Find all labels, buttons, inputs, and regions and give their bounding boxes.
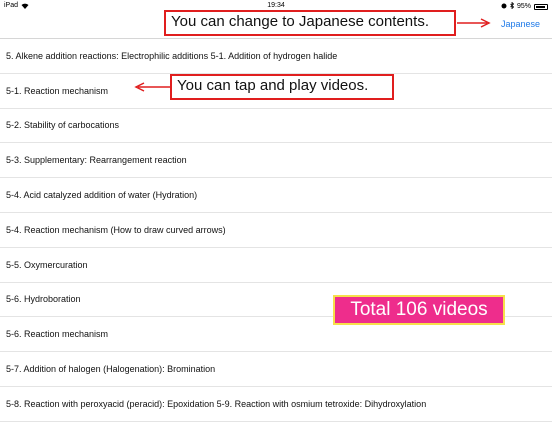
status-time: 19:34 [267, 2, 285, 9]
list-item[interactable]: 5-5. Oxymercuration [0, 248, 552, 283]
arrow-right-icon [457, 18, 491, 28]
list-item-label: 5-4. Acid catalyzed addition of water (H… [6, 190, 198, 201]
language-callout: You can change to Japanese contents. [164, 10, 456, 36]
list-item-label: 5-6. Reaction mechanism [6, 329, 109, 340]
list-item-label: 5-6. Hydroboration [6, 294, 81, 305]
battery-percent: 95% [516, 3, 531, 10]
arrow-left-icon [134, 82, 170, 92]
list-item[interactable]: 5-4. Acid catalyzed addition of water (H… [0, 178, 552, 213]
list-item-label: 5-3. Supplementary: Rearrangement reacti… [6, 155, 187, 166]
list-item[interactable]: 5-4. Reaction mechanism (How to draw cur… [0, 213, 552, 248]
list-item-label: 5-4. Reaction mechanism (How to draw cur… [6, 224, 226, 235]
total-videos-badge: Total 106 videos [333, 295, 505, 325]
alarm-icon [501, 3, 507, 11]
list-item-label: 5-1. Reaction mechanism [6, 85, 109, 96]
japanese-link[interactable]: Japanese [501, 19, 540, 29]
bluetooth-icon [510, 1, 515, 11]
list-item-label: 5-5. Oxymercuration [6, 259, 88, 270]
list-item-label: 5-7. Addition of halogen (Halogenation):… [6, 364, 216, 375]
list-item[interactable]: 5-2. Stability of carbocations [0, 109, 552, 144]
list-item[interactable]: 5-3. Supplementary: Rearrangement reacti… [0, 143, 552, 179]
list-item[interactable]: 5-8. Reaction with peroxyacid (peracid):… [0, 387, 552, 422]
list-item[interactable]: 5. Alkene addition reactions: Electrophi… [0, 39, 552, 74]
list-item-label: 5. Alkene addition reactions: Electrophi… [6, 50, 338, 61]
list-item-label: 5-8. Reaction with peroxyacid (peracid):… [6, 398, 427, 409]
video-callout: You can tap and play videos. [170, 74, 394, 100]
list-item-label: 5-2. Stability of carbocations [6, 120, 120, 131]
status-right: 95% [501, 1, 548, 11]
battery-icon [534, 3, 548, 10]
list-item[interactable]: 5-7. Addition of halogen (Halogenation):… [0, 352, 552, 387]
